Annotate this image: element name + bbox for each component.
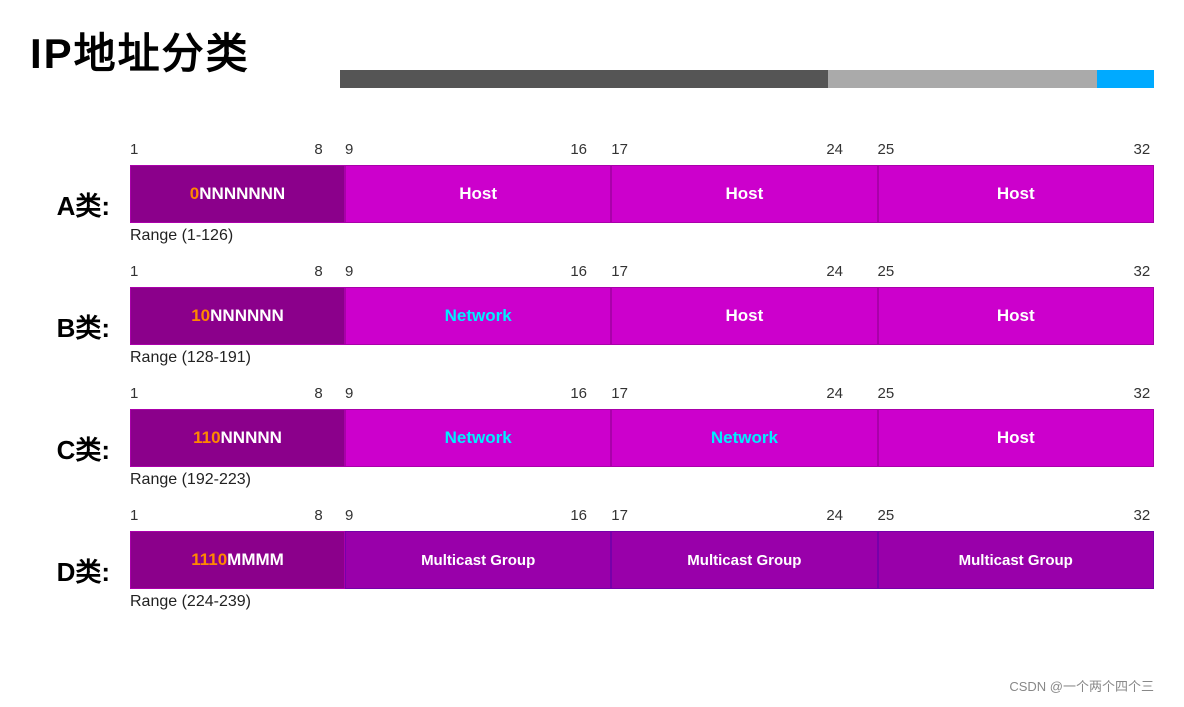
segment-0-0: 0NNNNNNN (130, 165, 345, 223)
top-bar-light (828, 70, 1097, 88)
class-diagram-2: 1891617242532110NNNNNNetworkNetworkHostR… (130, 385, 1154, 497)
bit-numbers-3: 1 8 9 16 17 24 25 32 (130, 507, 1154, 527)
bit-num: 16 (570, 263, 587, 280)
bit-num: 25 (878, 385, 895, 402)
segments-row-1: 10NNNNNNNetworkHostHost (130, 287, 1154, 345)
segment-1-2: Host (611, 287, 877, 345)
segment-3-2: Multicast Group (611, 531, 877, 589)
bit-num: 24 (826, 385, 843, 402)
segment-3-0: 1110MMMM (130, 531, 345, 589)
bit-num: 9 (345, 141, 353, 158)
bit-num: 24 (826, 141, 843, 158)
main-content: A类:18916172425320NNNNNNNHostHostHostRang… (30, 141, 1154, 619)
bit-numbers-1: 1 8 9 16 17 24 25 32 (130, 263, 1154, 283)
suffix-text: NNNNNNN (199, 184, 285, 204)
watermark: CSDN @一个两个四个三 (1009, 676, 1154, 695)
suffix-text: MMMM (227, 550, 284, 570)
bit-num: 9 (345, 507, 353, 524)
suffix-text: NNNNNN (210, 306, 284, 326)
bit-numbers-2: 1 8 9 16 17 24 25 32 (130, 385, 1154, 405)
segment-1-3: Host (878, 287, 1154, 345)
bit-num: 16 (570, 141, 587, 158)
bit-num: 16 (570, 507, 587, 524)
page-container: IP地址分类 A类:18916172425320NNNNNNNHostHostH… (0, 0, 1184, 707)
bit-num: 32 (1134, 141, 1151, 158)
bit-num: 32 (1134, 507, 1151, 524)
bit-num: 16 (570, 385, 587, 402)
bit-num: 1 (130, 507, 138, 524)
bit-num: 25 (878, 507, 895, 524)
bit-num: 1 (130, 141, 138, 158)
prefix-text: 110 (193, 428, 220, 448)
bit-num: 17 (611, 263, 628, 280)
bit-num: 32 (1134, 263, 1151, 280)
ip-class-section-0: A类:18916172425320NNNNNNNHostHostHostRang… (30, 141, 1154, 253)
segments-row-3: 1110MMMMMulticast GroupMulticast GroupMu… (130, 531, 1154, 589)
segment-0-1: Host (345, 165, 611, 223)
segment-2-1: Network (345, 409, 611, 467)
segment-3-3: Multicast Group (878, 531, 1154, 589)
segment-3-1: Multicast Group (345, 531, 611, 589)
suffix-text: NNNNN (221, 428, 282, 448)
top-bar-blue (1097, 70, 1154, 88)
range-label-1: Range (128-191) (130, 349, 1154, 367)
top-bar-dark (340, 70, 828, 88)
bit-num: 17 (611, 507, 628, 524)
bit-numbers-0: 1 8 9 16 17 24 25 32 (130, 141, 1154, 161)
ip-class-section-1: B类:189161724253210NNNNNNNetworkHostHostR… (30, 263, 1154, 375)
class-label-2: C类: (30, 430, 130, 467)
segments-row-0: 0NNNNNNNHostHostHost (130, 165, 1154, 223)
segment-2-3: Host (878, 409, 1154, 467)
bit-num: 24 (826, 507, 843, 524)
ip-class-section-3: D类:18916172425321110MMMMMulticast GroupM… (30, 507, 1154, 619)
bit-num: 32 (1134, 385, 1151, 402)
segment-2-0: 110NNNNN (130, 409, 345, 467)
bit-num: 9 (345, 263, 353, 280)
bit-num: 25 (878, 141, 895, 158)
bit-num: 1 (130, 263, 138, 280)
bit-num: 25 (878, 263, 895, 280)
segment-0-3: Host (878, 165, 1154, 223)
class-diagram-3: 18916172425321110MMMMMulticast GroupMult… (130, 507, 1154, 619)
bit-num: 17 (611, 141, 628, 158)
prefix-text: 1110 (191, 550, 227, 570)
class-diagram-0: 18916172425320NNNNNNNHostHostHostRange (… (130, 141, 1154, 253)
bit-num: 8 (314, 263, 322, 280)
bit-num: 17 (611, 385, 628, 402)
bit-num: 8 (314, 141, 322, 158)
range-label-2: Range (192-223) (130, 471, 1154, 489)
bit-num: 24 (826, 263, 843, 280)
segment-1-1: Network (345, 287, 611, 345)
segment-1-0: 10NNNNNN (130, 287, 345, 345)
top-bar (340, 70, 1154, 88)
bit-num: 1 (130, 385, 138, 402)
ip-class-section-2: C类:1891617242532110NNNNNNetworkNetworkHo… (30, 385, 1154, 497)
class-label-3: D类: (30, 552, 130, 589)
class-label-1: B类: (30, 308, 130, 345)
segment-0-2: Host (611, 165, 877, 223)
bit-num: 9 (345, 385, 353, 402)
bit-num: 8 (314, 507, 322, 524)
class-label-0: A类: (30, 186, 130, 223)
prefix-text: 0 (190, 184, 199, 204)
bit-num: 8 (314, 385, 322, 402)
prefix-text: 10 (191, 306, 210, 326)
segments-row-2: 110NNNNNNetworkNetworkHost (130, 409, 1154, 467)
segment-2-2: Network (611, 409, 877, 467)
class-diagram-1: 189161724253210NNNNNNNetworkHostHostRang… (130, 263, 1154, 375)
range-label-0: Range (1-126) (130, 227, 1154, 245)
range-label-3: Range (224-239) (130, 593, 1154, 611)
